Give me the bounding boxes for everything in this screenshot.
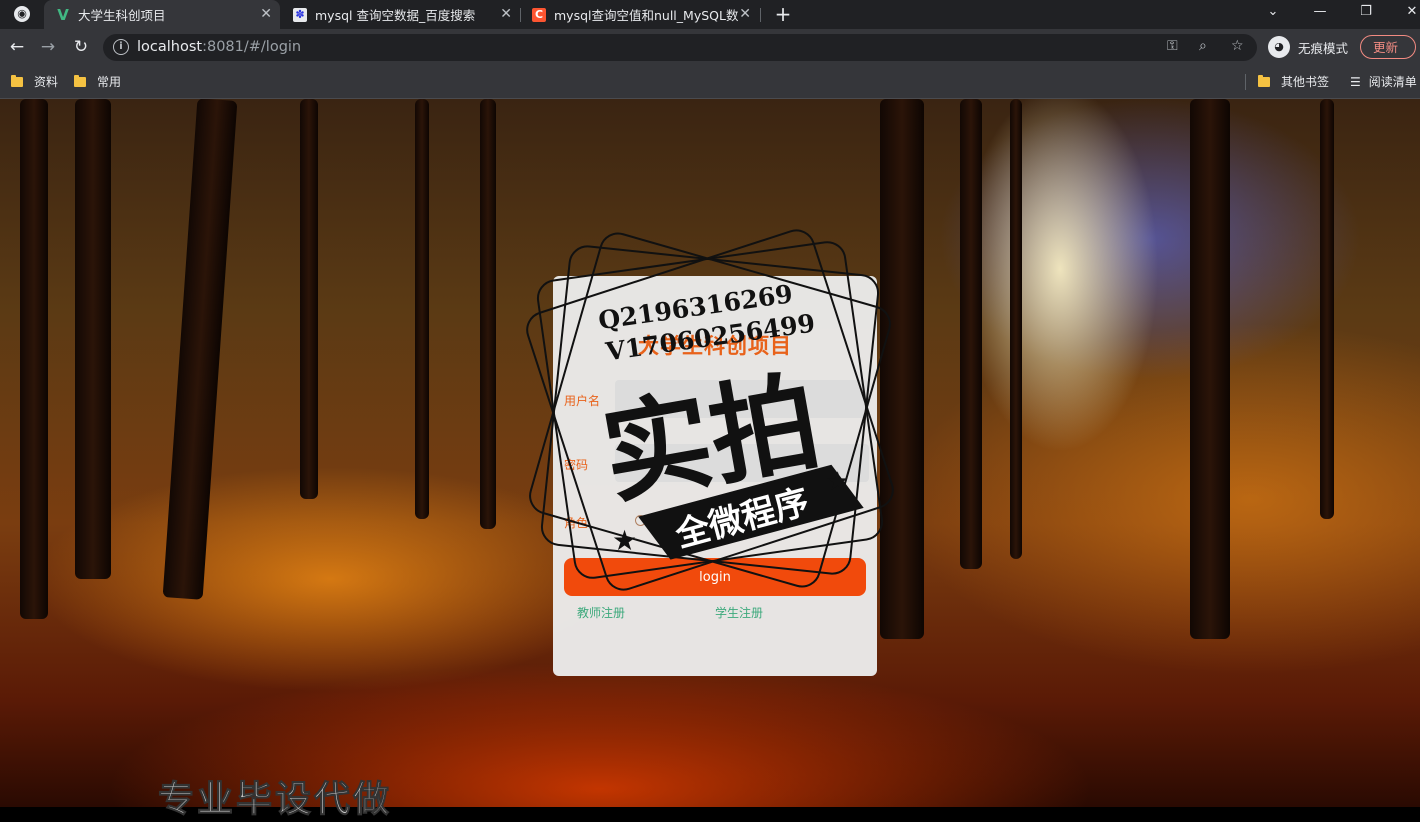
url-path: :8081/#/login: [202, 39, 302, 55]
tree-trunk: [880, 99, 924, 639]
incognito-globe-icon[interactable]: ◉: [14, 6, 30, 22]
role-label: 角色: [564, 516, 589, 530]
tab-title: 大学生科创项目: [78, 8, 166, 23]
tab-strip: ◉ V 大学生科创项目 ✕ ✽ mysql 查询空数据_百度搜索 ✕ C mys…: [0, 0, 1420, 29]
key-icon[interactable]: ⚿: [1167, 38, 1178, 54]
close-tab-icon[interactable]: ✕: [260, 6, 272, 22]
tree-trunk: [75, 99, 111, 579]
csdn-c-icon: C: [532, 7, 546, 22]
tree-trunk: [415, 99, 429, 519]
role-option-label: 教师: [707, 514, 732, 528]
tree-trunk: [1190, 99, 1230, 639]
folder-icon: [11, 74, 23, 87]
password-label: 密码: [564, 458, 589, 472]
tree-trunk: [1010, 99, 1022, 559]
tree-trunk: [480, 99, 496, 529]
minimize-icon[interactable]: —: [1297, 0, 1343, 29]
role-option-student[interactable]: 学生: [739, 512, 777, 529]
password-input[interactable]: [615, 444, 869, 482]
bookmark-star-icon[interactable]: ☆: [1231, 38, 1244, 54]
tab-title: mysql 查询空数据_百度搜索: [315, 8, 476, 23]
bookmark-label: 资料: [34, 75, 59, 89]
reading-list-label: 阅读清单: [1368, 75, 1417, 89]
tree-trunk: [20, 99, 48, 619]
other-bookmarks-folder[interactable]: 其他书签: [1258, 73, 1329, 90]
role-option-teacher[interactable]: 教师: [693, 512, 731, 529]
teacher-register-link[interactable]: 教师注册: [577, 604, 625, 621]
tab-baidu[interactable]: ✽ mysql 查询空数据_百度搜索 ✕: [282, 0, 520, 29]
tab-active[interactable]: V 大学生科创项目 ✕: [44, 0, 280, 29]
tree-trunk: [960, 99, 982, 569]
bookmark-label: 常用: [97, 75, 122, 89]
back-icon[interactable]: ←: [6, 36, 28, 58]
forward-icon[interactable]: →: [37, 36, 59, 58]
incognito-avatar-icon: ◕: [1268, 36, 1290, 58]
other-bookmarks-label: 其他书签: [1281, 75, 1330, 89]
incognito-profile-button[interactable]: ◕ 无痕模式: [1268, 35, 1348, 59]
bookmark-folder-changyong[interactable]: 常用: [74, 73, 121, 90]
url-text[interactable]: localhost:8081/#/login: [137, 39, 301, 55]
login-title: 大学生科创项目: [638, 334, 792, 358]
update-button[interactable]: 更新: [1360, 35, 1416, 59]
radio-icon: [635, 515, 646, 526]
tab-separator: [760, 8, 761, 22]
url-host: localhost: [137, 39, 203, 55]
site-info-icon[interactable]: i: [113, 39, 129, 55]
address-bar[interactable]: i localhost:8081/#/login ⚿ ⌕ ☆: [103, 34, 1257, 61]
radio-icon: [693, 515, 705, 526]
username-label: 用户名: [564, 394, 601, 408]
folder-icon: [74, 74, 86, 87]
close-window-icon[interactable]: ✕: [1389, 0, 1420, 29]
folder-icon: [1258, 74, 1270, 87]
new-tab-icon[interactable]: +: [772, 3, 794, 25]
student-register-link[interactable]: 学生注册: [715, 604, 763, 621]
vue-logo-icon: V: [57, 5, 69, 24]
bookmarks-bar: 资料 常用 其他书签 ☰ 阅读清单: [0, 66, 1420, 99]
role-option-label: 管理员: [649, 514, 686, 528]
role-option-admin[interactable]: 管理员: [635, 512, 685, 529]
tab-csdn[interactable]: C mysql查询空值和null_MySQL数 ✕: [521, 0, 759, 29]
reload-icon[interactable]: ↻: [70, 36, 92, 58]
tab-title: mysql查询空值和null_MySQL数: [554, 8, 739, 23]
role-radio-group: 管理员 教师 学生: [635, 512, 777, 529]
close-tab-icon[interactable]: ✕: [500, 6, 512, 22]
login-button[interactable]: login: [564, 558, 866, 596]
username-input[interactable]: [615, 380, 869, 418]
reading-list-button[interactable]: ☰ 阅读清单: [1350, 73, 1417, 90]
login-card: 大学生科创项目 用户名 密码 角色 管理员 教师 学生 login 教师注册 学…: [553, 276, 877, 676]
restore-icon[interactable]: ❐: [1343, 0, 1389, 29]
tree-trunk: [1320, 99, 1334, 519]
browser-toolbar: ← → ↻ i localhost:8081/#/login ⚿ ⌕ ☆ ◕ 无…: [0, 29, 1420, 66]
update-label: 更新: [1373, 40, 1399, 55]
tree-trunk: [300, 99, 318, 499]
baidu-paw-icon: ✽: [293, 7, 307, 22]
incognito-label: 无痕模式: [1298, 40, 1349, 56]
reading-list-icon: ☰: [1350, 74, 1361, 89]
bookmark-folder-ziliao[interactable]: 资料: [11, 73, 58, 90]
radio-icon: [739, 515, 751, 526]
close-tab-icon[interactable]: ✕: [739, 6, 751, 22]
login-page-background: 大学生科创项目 用户名 密码 角色 管理员 教师 学生 login 教师注册 学…: [0, 99, 1420, 807]
tree-trunk: [162, 99, 238, 600]
zoom-icon[interactable]: ⌕: [1199, 38, 1207, 54]
bookmarks-separator: [1245, 74, 1246, 90]
tab-search-icon[interactable]: ⌄: [1250, 0, 1296, 29]
bottom-watermark-text: 专业毕设代做: [157, 779, 393, 821]
role-option-label: 学生: [753, 514, 778, 528]
